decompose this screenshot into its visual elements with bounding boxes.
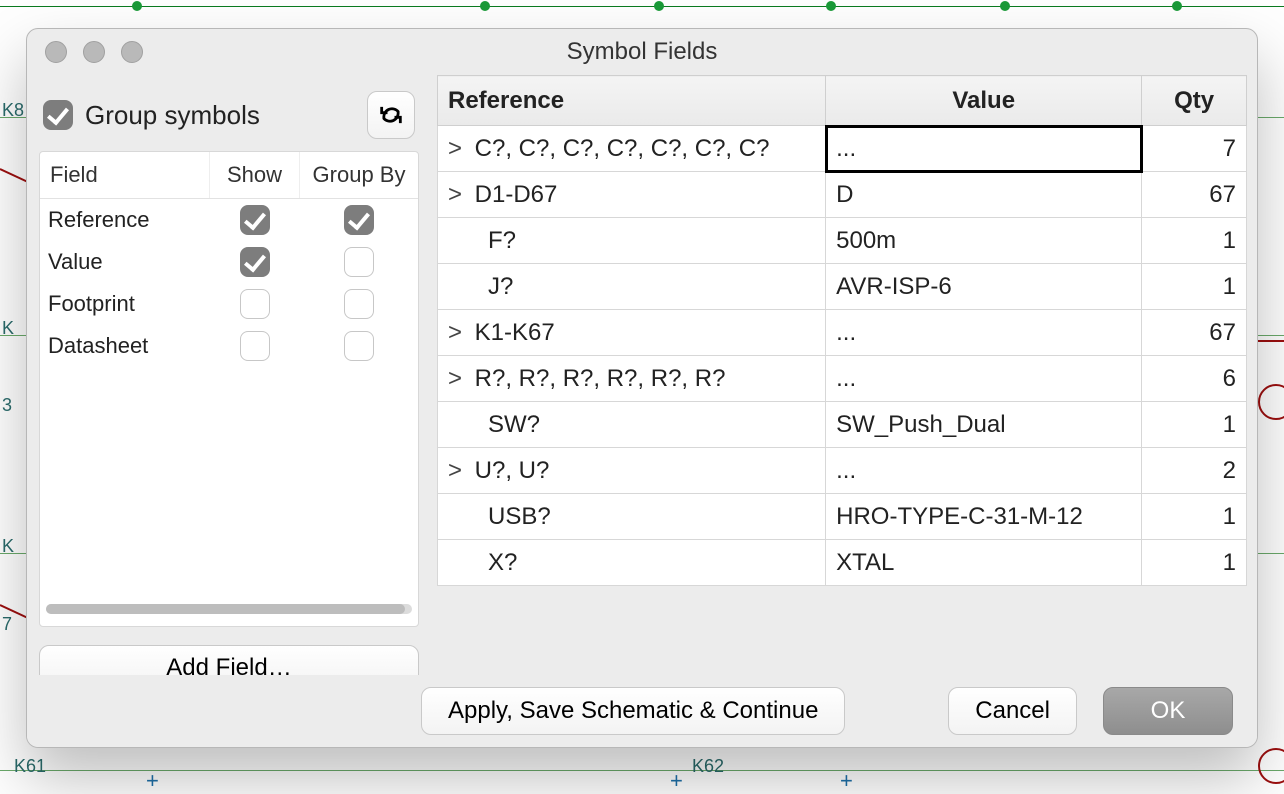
cell-value[interactable]: SW_Push_Dual xyxy=(826,402,1142,448)
field-name: Datasheet xyxy=(40,333,210,359)
table-row[interactable]: > K1-K67...67 xyxy=(438,310,1247,356)
show-checkbox[interactable] xyxy=(240,247,270,277)
groupby-checkbox[interactable] xyxy=(344,289,374,319)
groupby-checkbox[interactable] xyxy=(344,331,374,361)
table-row[interactable]: > U?, U?...2 xyxy=(438,448,1247,494)
cell-reference[interactable]: > U?, U? xyxy=(438,448,826,494)
cell-reference[interactable]: > R?, R?, R?, R?, R?, R? xyxy=(438,356,826,402)
expand-icon[interactable]: > xyxy=(448,365,468,393)
dialog-footer: Apply, Save Schematic & Continue Cancel … xyxy=(27,675,1257,747)
cell-reference[interactable]: X? xyxy=(438,540,826,586)
show-checkbox[interactable] xyxy=(240,331,270,361)
col-field[interactable]: Field xyxy=(40,152,210,198)
cell-reference[interactable]: SW? xyxy=(438,402,826,448)
field-name: Footprint xyxy=(40,291,210,317)
table-row[interactable]: > R?, R?, R?, R?, R?, R?...6 xyxy=(438,356,1247,402)
cell-value[interactable]: ... xyxy=(826,448,1142,494)
field-panel-scrollbar[interactable] xyxy=(46,604,412,620)
cell-reference[interactable]: > K1-K67 xyxy=(438,310,826,356)
cell-value[interactable]: 500m xyxy=(826,218,1142,264)
group-symbols-checkbox-label[interactable]: Group symbols xyxy=(43,100,260,131)
cell-value[interactable]: ... xyxy=(826,356,1142,402)
refresh-button[interactable] xyxy=(367,91,415,139)
groupby-checkbox[interactable] xyxy=(344,247,374,277)
table-row[interactable]: > D1-D67D67 xyxy=(438,172,1247,218)
cell-qty[interactable]: 67 xyxy=(1142,310,1247,356)
expand-icon[interactable]: > xyxy=(448,135,468,163)
field-panel-header: Field Show Group By xyxy=(40,152,418,199)
titlebar[interactable]: Symbol Fields xyxy=(27,29,1257,75)
cell-value[interactable]: AVR-ISP-6 xyxy=(826,264,1142,310)
field-name: Reference xyxy=(40,207,210,233)
group-symbols-checkbox[interactable] xyxy=(43,100,73,130)
grid-header-reference[interactable]: Reference xyxy=(438,76,826,126)
table-row[interactable]: F?500m1 xyxy=(438,218,1247,264)
cell-qty[interactable]: 1 xyxy=(1142,494,1247,540)
right-pane: Reference Value Qty > C?, C?, C?, C?, C?… xyxy=(431,75,1257,701)
show-checkbox[interactable] xyxy=(240,289,270,319)
cell-qty[interactable]: 1 xyxy=(1142,218,1247,264)
cell-reference[interactable]: F? xyxy=(438,218,826,264)
cell-reference[interactable]: > D1-D67 xyxy=(438,172,826,218)
cell-qty[interactable]: 67 xyxy=(1142,172,1247,218)
expand-icon[interactable]: > xyxy=(448,457,468,485)
table-row[interactable]: USB?HRO-TYPE-C-31-M-121 xyxy=(438,494,1247,540)
expand-icon[interactable]: > xyxy=(448,181,468,209)
field-row[interactable]: Value xyxy=(40,241,418,283)
cell-qty[interactable]: 1 xyxy=(1142,264,1247,310)
field-row[interactable]: Reference xyxy=(40,199,418,241)
cell-value[interactable]: D xyxy=(826,172,1142,218)
cell-reference[interactable]: USB? xyxy=(438,494,826,540)
cell-value[interactable]: XTAL xyxy=(826,540,1142,586)
cell-qty[interactable]: 2 xyxy=(1142,448,1247,494)
window-title: Symbol Fields xyxy=(27,38,1257,66)
cancel-button[interactable]: Cancel xyxy=(948,687,1077,735)
cell-qty[interactable]: 1 xyxy=(1142,402,1247,448)
groupby-checkbox[interactable] xyxy=(344,205,374,235)
cell-reference[interactable]: > C?, C?, C?, C?, C?, C?, C? xyxy=(438,126,826,172)
cell-qty[interactable]: 6 xyxy=(1142,356,1247,402)
expand-icon[interactable]: > xyxy=(448,319,468,347)
cell-value[interactable]: HRO-TYPE-C-31-M-12 xyxy=(826,494,1142,540)
apply-save-continue-button[interactable]: Apply, Save Schematic & Continue xyxy=(421,687,845,735)
cell-reference[interactable]: J? xyxy=(438,264,826,310)
symbol-fields-dialog: Symbol Fields Group symbols Field Show G… xyxy=(26,28,1258,748)
cell-qty[interactable]: 1 xyxy=(1142,540,1247,586)
field-row[interactable]: Footprint xyxy=(40,283,418,325)
field-panel: Field Show Group By Reference Value Footpr… xyxy=(39,151,419,627)
table-row[interactable]: X?XTAL1 xyxy=(438,540,1247,586)
table-row[interactable]: SW?SW_Push_Dual1 xyxy=(438,402,1247,448)
table-row[interactable]: J?AVR-ISP-61 xyxy=(438,264,1247,310)
show-checkbox[interactable] xyxy=(240,205,270,235)
ok-button[interactable]: OK xyxy=(1103,687,1233,735)
cell-qty[interactable]: 7 xyxy=(1142,126,1247,172)
group-symbols-text: Group symbols xyxy=(85,100,260,131)
cell-value[interactable]: ... xyxy=(826,126,1142,172)
symbol-grid[interactable]: Reference Value Qty > C?, C?, C?, C?, C?… xyxy=(437,75,1247,586)
left-pane: Group symbols Field Show Group By Refere… xyxy=(27,75,431,701)
grid-header-qty[interactable]: Qty xyxy=(1142,76,1247,126)
field-name: Value xyxy=(40,249,210,275)
col-groupby[interactable]: Group By xyxy=(300,152,418,198)
cell-value[interactable]: ... xyxy=(826,310,1142,356)
table-row[interactable]: > C?, C?, C?, C?, C?, C?, C?...7 xyxy=(438,126,1247,172)
field-row[interactable]: Datasheet xyxy=(40,325,418,367)
grid-header-value[interactable]: Value xyxy=(826,76,1142,126)
col-show[interactable]: Show xyxy=(210,152,300,198)
refresh-icon xyxy=(377,101,405,129)
